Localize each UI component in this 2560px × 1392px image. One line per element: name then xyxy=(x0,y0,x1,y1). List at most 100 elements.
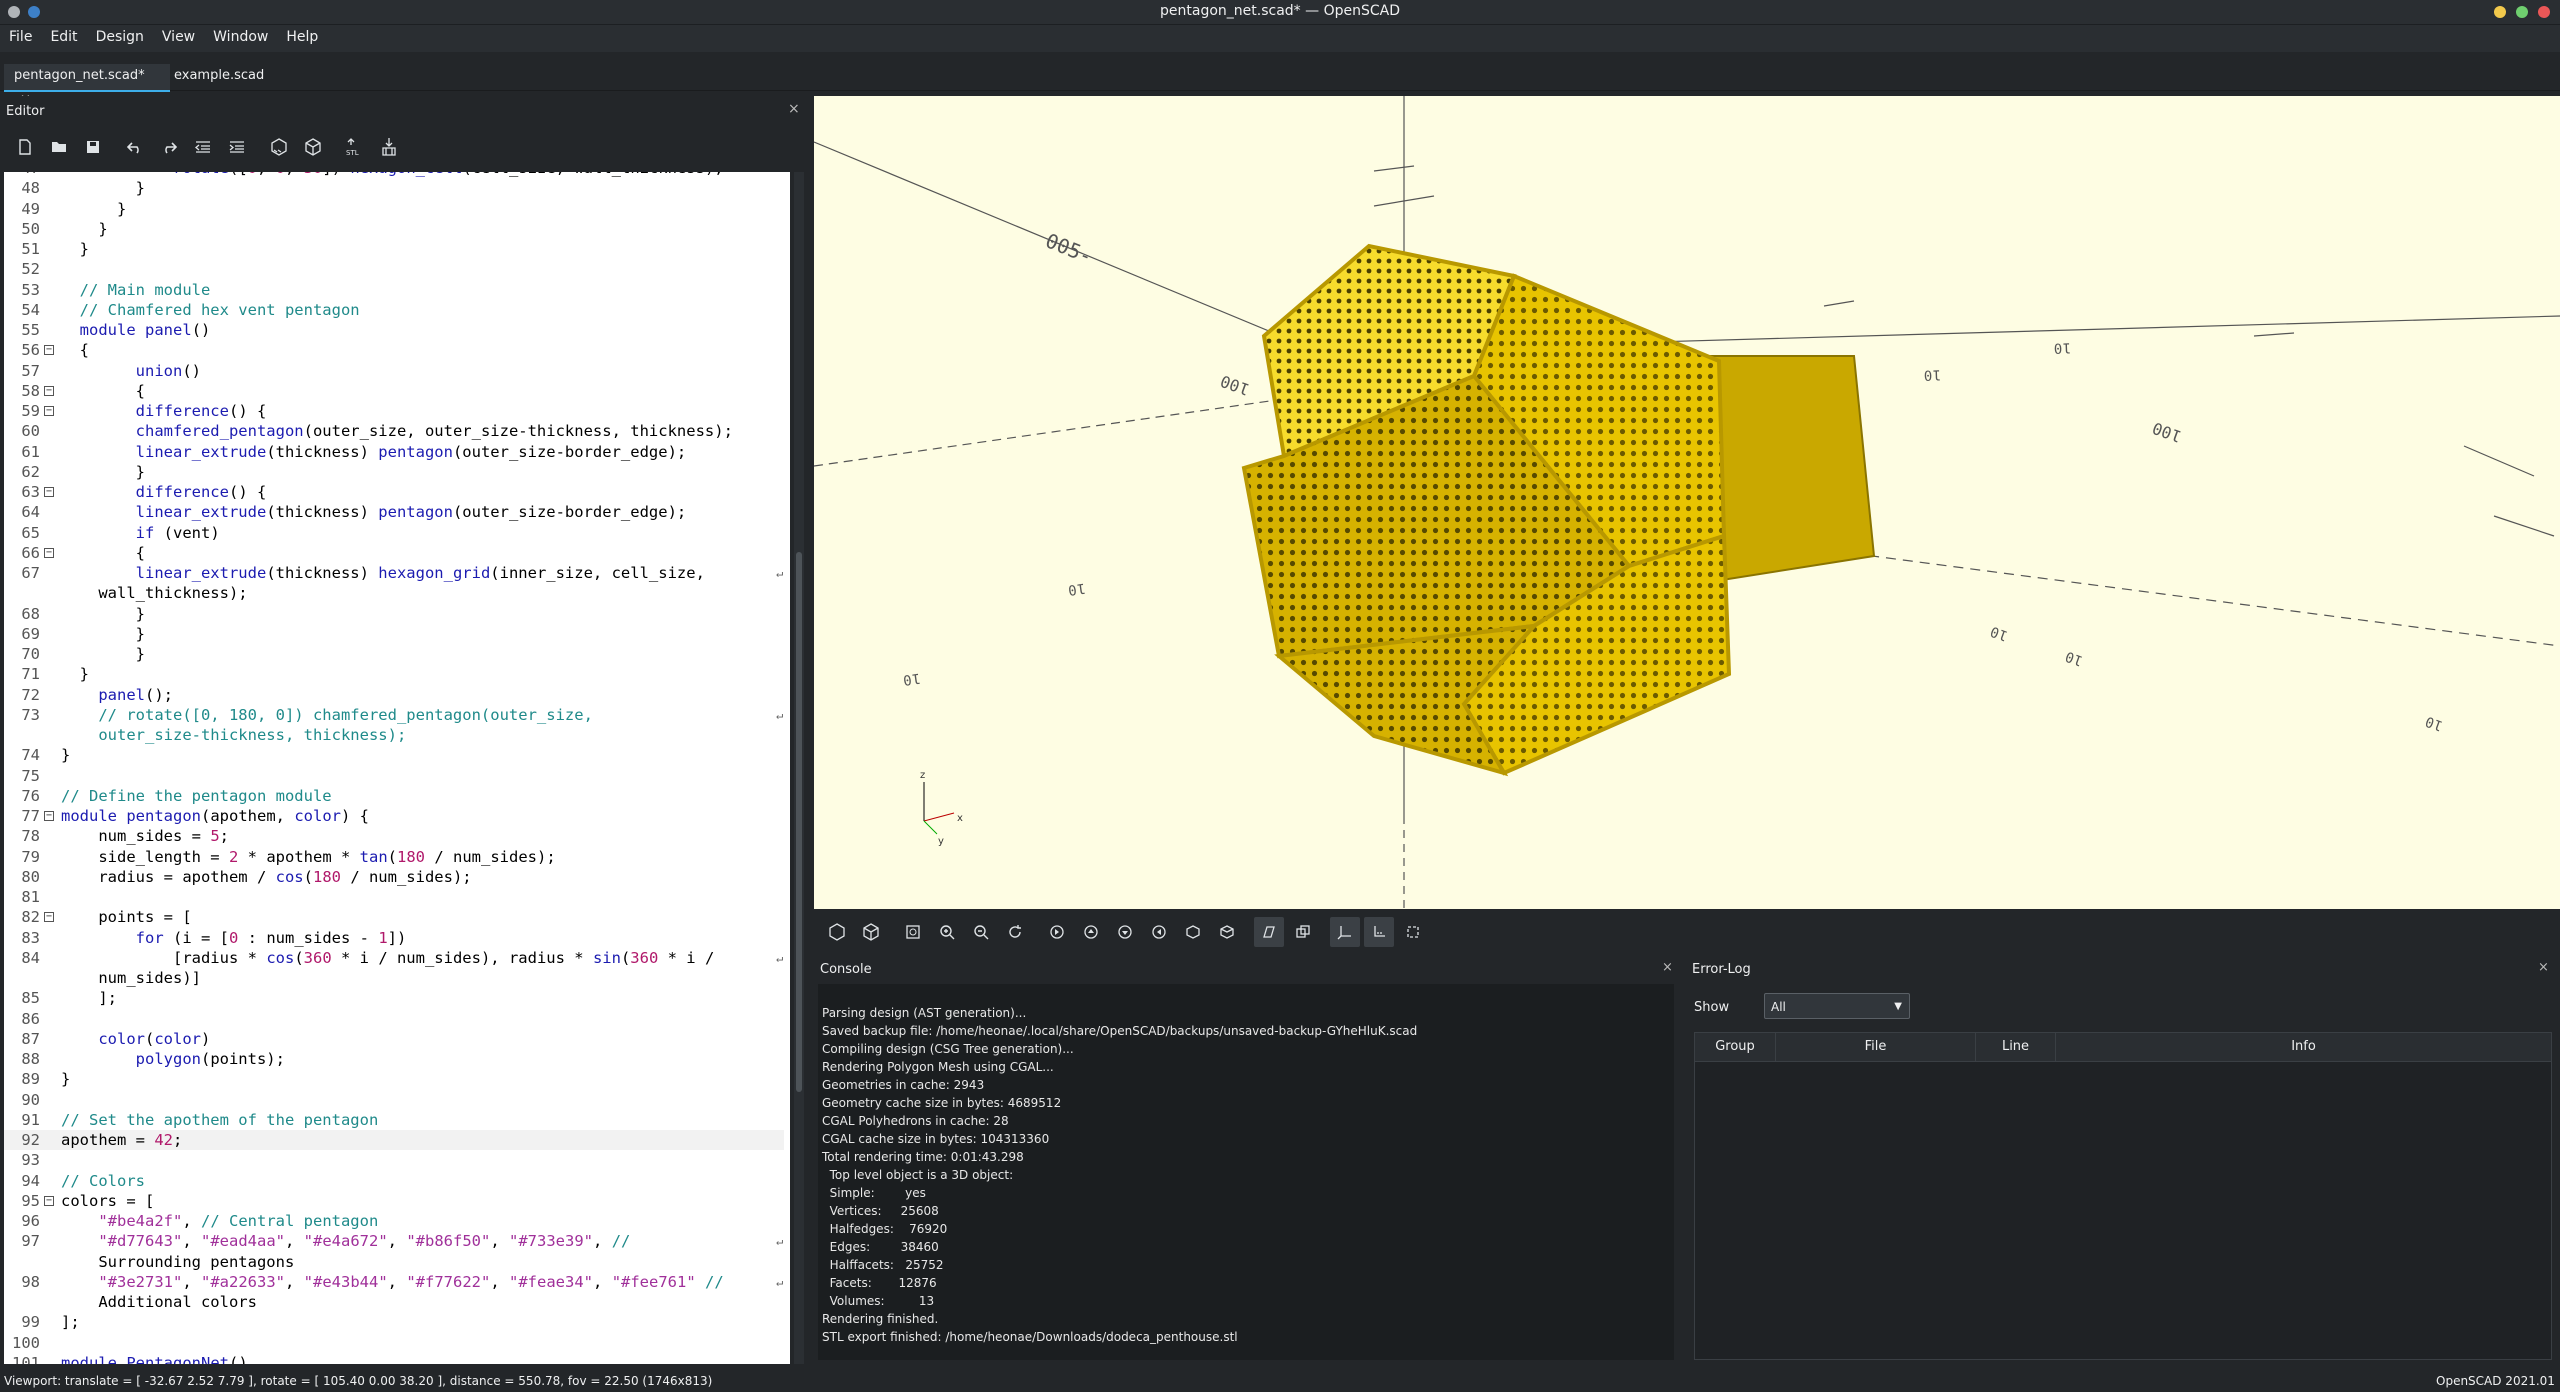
code-line[interactable]: num_sides)] xyxy=(4,968,784,988)
code-line[interactable]: 58− { xyxy=(4,381,784,401)
code-line[interactable]: 88 polygon(points); xyxy=(4,1049,784,1069)
view-bottom-icon[interactable] xyxy=(1110,917,1140,947)
code-line[interactable]: 47 rotate([0, 0, 30]) hexagon_cell(cell_… xyxy=(4,172,784,178)
error-log-close-button[interactable]: × xyxy=(2538,960,2549,975)
preview-view-icon[interactable] xyxy=(822,917,852,947)
view-left-icon[interactable] xyxy=(1144,917,1174,947)
code-line[interactable]: 85 ]; xyxy=(4,988,784,1008)
code-line[interactable]: 80 radius = apothem / cos(180 / num_side… xyxy=(4,867,784,887)
code-line[interactable]: 51 } xyxy=(4,239,784,259)
code-line[interactable]: 84 [radius * cos(360 * i / num_sides), r… xyxy=(4,948,784,968)
tab-pentagon-net[interactable]: pentagon_net.scad* × xyxy=(4,64,170,107)
code-line[interactable]: 82− points = [ xyxy=(4,907,784,927)
undo-icon[interactable] xyxy=(120,132,150,162)
show-filter-select[interactable]: All ▼ xyxy=(1764,993,1910,1019)
code-line[interactable]: 81 xyxy=(4,887,784,907)
code-line[interactable]: Additional colors xyxy=(4,1292,784,1312)
menu-file[interactable]: File xyxy=(0,25,41,49)
view-right-icon[interactable] xyxy=(1042,917,1072,947)
column-header-line[interactable]: Line xyxy=(1976,1033,2056,1062)
code-line[interactable]: 52 xyxy=(4,259,784,279)
code-line[interactable]: 77− module pentagon(apothem, color) { xyxy=(4,806,784,826)
code-line[interactable]: 99]; xyxy=(4,1312,784,1332)
export-stl-icon[interactable]: STL xyxy=(340,132,370,162)
show-scale-markers-icon[interactable] xyxy=(1364,917,1394,947)
view-top-icon[interactable] xyxy=(1076,917,1106,947)
code-line[interactable]: 95− colors = [ xyxy=(4,1191,784,1211)
menu-edit[interactable]: Edit xyxy=(41,25,86,49)
tab-example[interactable]: example.scad xyxy=(164,64,274,90)
render-view-icon[interactable] xyxy=(856,917,886,947)
code-line[interactable]: 54 // Chamfered hex vent pentagon xyxy=(4,300,784,320)
fold-toggle-icon[interactable]: − xyxy=(44,1195,54,1206)
code-line[interactable]: 94 // Colors xyxy=(4,1171,784,1191)
redo-icon[interactable] xyxy=(154,132,184,162)
maximize-button[interactable] xyxy=(2516,6,2528,18)
code-line[interactable]: 97 "#d77643", "#ead4aa", "#e4a672", "#b8… xyxy=(4,1231,784,1251)
menu-view[interactable]: View xyxy=(153,25,204,49)
code-line[interactable]: 57 union() xyxy=(4,361,784,381)
code-line[interactable]: 70 } xyxy=(4,644,784,664)
console-close-button[interactable]: × xyxy=(1662,960,1673,975)
render-icon[interactable] xyxy=(298,132,328,162)
code-line[interactable]: 90 xyxy=(4,1090,784,1110)
save-icon[interactable] xyxy=(78,132,108,162)
code-line[interactable]: 50 } xyxy=(4,219,784,239)
unindent-icon[interactable] xyxy=(188,132,218,162)
code-line[interactable]: 101 module PentagonNet() xyxy=(4,1353,784,1364)
code-line[interactable]: 73 // rotate([0, 180, 0]) chamfered_pent… xyxy=(4,705,784,725)
code-line[interactable]: 75 xyxy=(4,766,784,786)
code-line[interactable]: 98 "#3e2731", "#a22633", "#e43b44", "#f7… xyxy=(4,1272,784,1292)
column-header-file[interactable]: File xyxy=(1776,1033,1976,1062)
indent-icon[interactable] xyxy=(222,132,252,162)
orthogonal-icon[interactable] xyxy=(1288,917,1318,947)
code-line[interactable]: 96 "#be4a2f", // Central pentagon xyxy=(4,1211,784,1231)
fold-toggle-icon[interactable]: − xyxy=(44,406,54,416)
console-output[interactable]: Parsing design (AST generation)... Saved … xyxy=(818,984,1674,1360)
view-front-icon[interactable] xyxy=(1178,917,1208,947)
reset-view-icon[interactable] xyxy=(1000,917,1030,947)
column-header-info[interactable]: Info xyxy=(2056,1033,2551,1062)
show-edges-icon[interactable] xyxy=(1398,917,1428,947)
code-line[interactable]: 59− difference() { xyxy=(4,401,784,421)
preview-icon[interactable] xyxy=(264,132,294,162)
code-line[interactable]: 89} xyxy=(4,1069,784,1089)
minimize-button[interactable] xyxy=(2494,6,2506,18)
code-line[interactable]: wall_thickness); xyxy=(4,583,784,603)
column-header-group[interactable]: Group xyxy=(1695,1033,1776,1062)
code-line[interactable]: 71 } xyxy=(4,664,784,684)
code-line[interactable]: 63− difference() { xyxy=(4,482,784,502)
editor-scrollbar[interactable] xyxy=(794,172,804,1364)
3d-viewport[interactable]: 005- 00Ɩ 00Ɩ 0Ɩ 0Ɩ 0Ɩ 0Ɩ 0Ɩ 0Ɩ 0Ɩ z x y xyxy=(814,96,2560,909)
menu-window[interactable]: Window xyxy=(204,25,277,49)
code-line[interactable]: 72 panel(); xyxy=(4,685,784,705)
code-line[interactable]: 78 num_sides = 5; xyxy=(4,826,784,846)
fold-toggle-icon[interactable]: − xyxy=(44,547,54,558)
code-line[interactable]: 48 } xyxy=(4,178,784,198)
code-line[interactable]: 100 xyxy=(4,1333,784,1353)
code-line[interactable]: outer_size-thickness, thickness); xyxy=(4,725,784,745)
code-line[interactable]: 65 if (vent) xyxy=(4,523,784,543)
code-line[interactable]: 74} xyxy=(4,745,784,765)
code-line[interactable]: 93 xyxy=(4,1150,784,1170)
zoom-in-icon[interactable] xyxy=(932,917,962,947)
code-editor[interactable]: 47 rotate([0, 0, 30]) hexagon_cell(cell_… xyxy=(4,172,790,1364)
error-log-table[interactable]: Group File Line Info xyxy=(1694,1032,2552,1360)
editor-scrollbar-thumb[interactable] xyxy=(796,552,802,1092)
code-line[interactable]: 67 linear_extrude(thickness) hexagon_gri… xyxy=(4,563,784,583)
code-line[interactable]: 55 module panel() xyxy=(4,320,784,340)
fold-toggle-icon[interactable]: − xyxy=(44,912,54,923)
code-line[interactable]: 76 // Define the pentagon module xyxy=(4,786,784,806)
fold-toggle-icon[interactable]: − xyxy=(44,385,54,396)
code-line[interactable]: 68 } xyxy=(4,604,784,624)
perspective-icon[interactable] xyxy=(1254,917,1284,947)
code-line[interactable]: 86 xyxy=(4,1009,784,1029)
fold-toggle-icon[interactable]: − xyxy=(44,487,54,497)
code-line[interactable]: 60 chamfered_pentagon(outer_size, outer_… xyxy=(4,421,784,441)
view-all-icon[interactable] xyxy=(898,917,928,947)
new-file-icon[interactable] xyxy=(10,132,40,162)
send-to-print-icon[interactable] xyxy=(374,132,404,162)
code-line[interactable]: 56− { xyxy=(4,340,784,360)
code-line[interactable]: 64 linear_extrude(thickness) pentagon(ou… xyxy=(4,502,784,522)
show-axes-icon[interactable] xyxy=(1330,917,1360,947)
